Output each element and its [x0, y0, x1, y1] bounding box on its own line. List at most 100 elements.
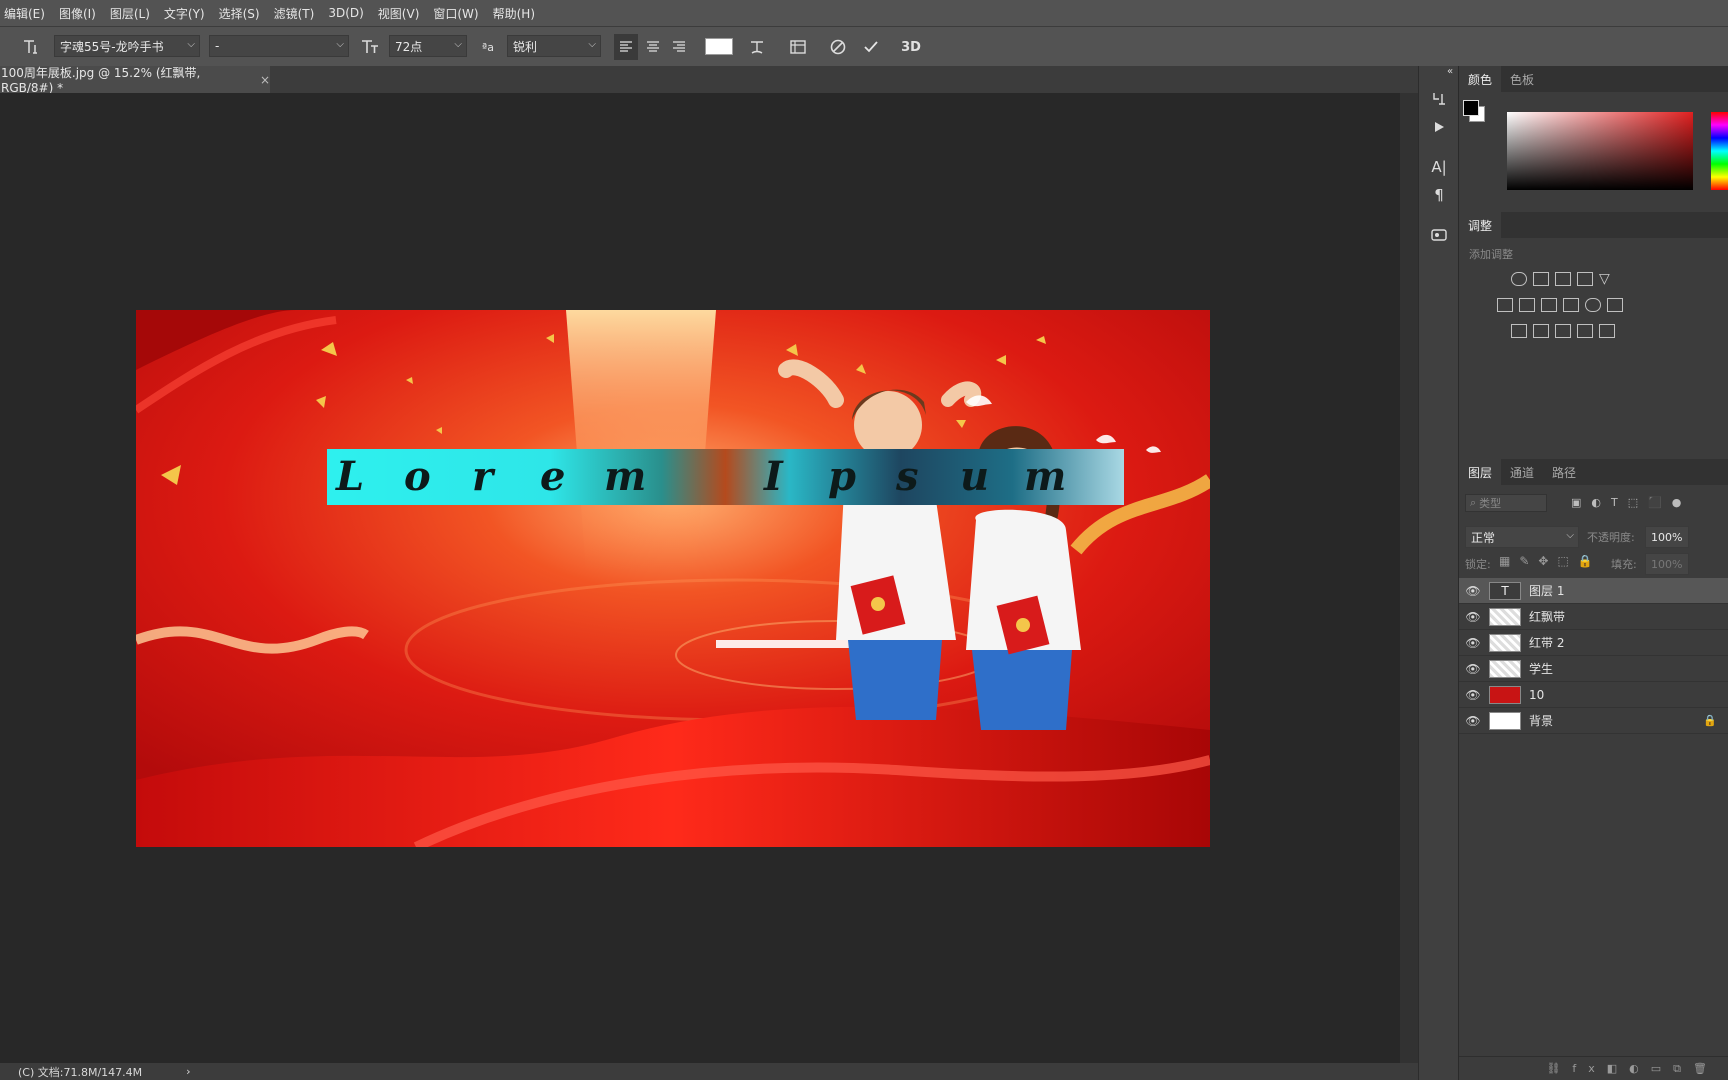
font-family-value: 字魂55号-龙吟手书	[60, 39, 164, 54]
layers-footer-buttons[interactable]: ⛓fx◧◐▭⧉🗑	[1459, 1056, 1728, 1080]
font-size-select[interactable]: 72点 ⌵	[389, 35, 467, 57]
fill-input[interactable]: 100%	[1645, 553, 1689, 575]
gradient-map-icon[interactable]	[1599, 324, 1615, 338]
actions-play-icon[interactable]	[1427, 116, 1451, 138]
options-bar: 字魂55号-龙吟手书 ⌵ - ⌵ 72点 ⌵ ªa 锐利 ⌵ 3D	[0, 26, 1728, 66]
text-color-swatch[interactable]	[705, 38, 733, 55]
document-canvas[interactable]: L o r e m I p s u m	[136, 310, 1210, 847]
layer-row[interactable]: 👁 10	[1459, 682, 1728, 708]
font-family-select[interactable]: 字魂55号-龙吟手书 ⌵	[54, 35, 200, 57]
photo-filter-icon[interactable]	[1563, 298, 1579, 312]
menu-type[interactable]: 文字(Y)	[164, 5, 205, 22]
brightness-icon[interactable]	[1511, 272, 1527, 286]
layer-row[interactable]: 👁 红带 2	[1459, 630, 1728, 656]
antialias-icon: ªa	[482, 40, 494, 54]
layer-filter-icons[interactable]: ▣◐T⬚⬛●	[1571, 496, 1691, 509]
canvas-letter: u	[960, 453, 989, 500]
align-left-button[interactable]	[614, 34, 638, 60]
blend-mode-select[interactable]: 正常 ⌵	[1465, 526, 1579, 548]
menu-edit[interactable]: 编辑(E)	[4, 5, 45, 22]
color-spectrum[interactable]	[1507, 112, 1693, 190]
type-tool-icon[interactable]	[18, 35, 42, 59]
vertical-scrollbar[interactable]	[1400, 93, 1418, 1063]
text-selection-highlight	[327, 449, 1124, 505]
3d-button[interactable]: 3D	[898, 35, 924, 59]
menu-filter[interactable]: 滤镜(T)	[274, 5, 315, 22]
lock-label: 锁定:	[1465, 558, 1491, 571]
document-tab[interactable]: 100周年展板.jpg @ 15.2% (红飘带, RGB/8#) * ×	[0, 66, 270, 95]
exposure-icon[interactable]	[1577, 272, 1593, 286]
tab-layers[interactable]: 图层	[1459, 459, 1502, 485]
character-icon[interactable]: A|	[1427, 156, 1451, 178]
tab-color[interactable]: 颜色	[1459, 66, 1502, 92]
close-icon[interactable]: ×	[260, 73, 270, 87]
search-placeholder: 类型	[1479, 497, 1502, 510]
paragraph-icon[interactable]: ¶	[1427, 184, 1451, 206]
canvas-letter: I	[763, 453, 784, 500]
color-balance-icon[interactable]	[1519, 298, 1535, 312]
menu-help[interactable]: 帮助(H)	[493, 5, 535, 22]
antialias-select[interactable]: 锐利 ⌵	[507, 35, 601, 57]
tab-adjustments[interactable]: 调整	[1459, 212, 1502, 238]
black-white-icon[interactable]	[1541, 298, 1557, 312]
menu-3d[interactable]: 3D(D)	[328, 6, 363, 20]
eye-icon[interactable]: 👁	[1459, 662, 1487, 676]
menu-select[interactable]: 选择(S)	[219, 5, 260, 22]
menu-window[interactable]: 窗口(W)	[433, 5, 478, 22]
hue-slider[interactable]	[1711, 112, 1728, 190]
text-color-fill	[706, 39, 732, 54]
tab-paths[interactable]: 路径	[1543, 459, 1585, 485]
align-center-button[interactable]	[641, 34, 665, 60]
glyphs-icon[interactable]	[1427, 224, 1451, 246]
tab-channels[interactable]: 通道	[1501, 459, 1543, 485]
character-panel-icon[interactable]	[786, 35, 810, 59]
foreground-color-swatch[interactable]	[1463, 100, 1479, 116]
commit-check-icon[interactable]	[859, 35, 883, 59]
canvas-letter: r	[472, 453, 496, 500]
layer-row[interactable]: 👁 T 图层 1	[1459, 578, 1728, 604]
font-style-select[interactable]: - ⌵	[209, 35, 349, 57]
tab-swatches[interactable]: 色板	[1501, 66, 1543, 92]
history-icon[interactable]	[1427, 88, 1451, 110]
chevron-down-icon: ⌵	[454, 39, 462, 50]
eye-icon[interactable]: 👁	[1459, 584, 1487, 598]
vibrance-icon[interactable]: ▽	[1599, 272, 1615, 286]
hue-saturation-icon[interactable]	[1497, 298, 1513, 312]
cancel-icon[interactable]	[826, 35, 850, 59]
layer-filter-search[interactable]: ⌕ 类型	[1465, 494, 1547, 512]
eye-icon[interactable]: 👁	[1459, 714, 1487, 728]
menu-view[interactable]: 视图(V)	[378, 5, 420, 22]
eye-icon[interactable]: 👁	[1459, 636, 1487, 650]
menu-image[interactable]: 图像(I)	[59, 5, 96, 22]
opacity-input[interactable]: 100%	[1645, 526, 1689, 548]
lock-icons[interactable]: ▦✎✥⬚🔒	[1499, 554, 1602, 568]
channel-mixer-icon[interactable]	[1585, 298, 1601, 312]
eye-icon[interactable]: 👁	[1459, 610, 1487, 624]
align-right-button[interactable]	[667, 34, 691, 60]
fill-label: 填充:	[1611, 558, 1637, 571]
font-size-icon	[358, 35, 382, 59]
collapse-panels-icon[interactable]: «	[1443, 60, 1457, 82]
document-tab-bar: 100周年展板.jpg @ 15.2% (红飘带, RGB/8#) * ×	[0, 66, 1418, 95]
selective-color-icon[interactable]	[1577, 324, 1593, 338]
smart-object-thumbnail	[1489, 633, 1521, 652]
threshold-icon[interactable]	[1555, 324, 1571, 338]
status-menu-arrow[interactable]: ›	[186, 1065, 190, 1078]
layer-name: 图层 1	[1529, 584, 1565, 598]
posterize-icon[interactable]	[1533, 324, 1549, 338]
layer-name: 10	[1529, 687, 1545, 702]
color-lookup-icon[interactable]	[1607, 298, 1623, 312]
light-beam	[566, 310, 716, 570]
layer-row[interactable]: 👁 红飘带	[1459, 604, 1728, 630]
eye-icon[interactable]: 👁	[1459, 688, 1487, 702]
antialias-value: 锐利	[513, 39, 538, 54]
warp-text-icon[interactable]	[745, 35, 769, 59]
curves-icon[interactable]	[1555, 272, 1571, 286]
layer-name: 背景	[1529, 714, 1554, 728]
menu-layer[interactable]: 图层(L)	[110, 5, 150, 22]
layer-row[interactable]: 👁 背景 🔒	[1459, 708, 1728, 734]
layer-row[interactable]: 👁 学生	[1459, 656, 1728, 682]
levels-icon[interactable]	[1533, 272, 1549, 286]
invert-icon[interactable]	[1511, 324, 1527, 338]
canvas-letter: p	[828, 453, 856, 500]
